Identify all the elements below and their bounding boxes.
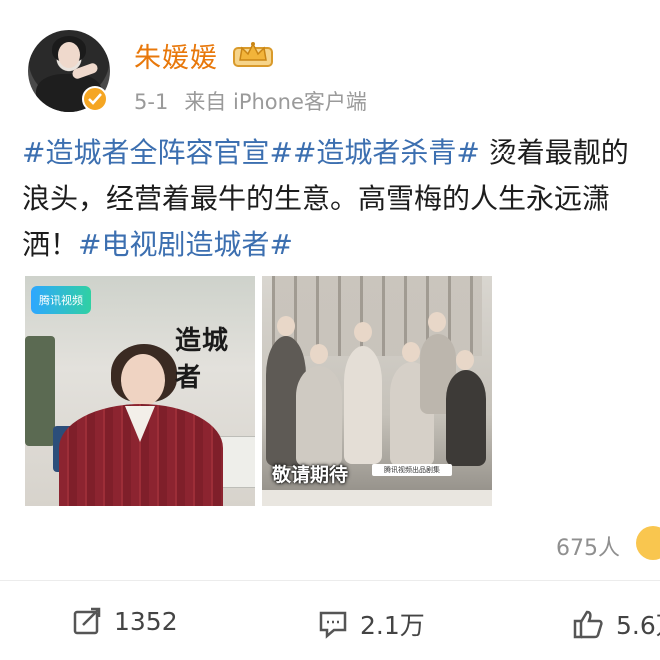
thumbs-up-icon [573, 610, 603, 639]
emoji-icon[interactable] [636, 526, 660, 560]
repost-count: 1352 [114, 606, 178, 636]
post-line-1: #造城者全阵容官宣##造城者杀青# 烫着最靓的 [22, 130, 660, 176]
post-image-2[interactable]: 敬请期待 腾讯视频出品剧集 [262, 276, 492, 506]
post-image-1[interactable]: 腾讯视频 造城者 [25, 276, 255, 506]
cast-member-6 [446, 370, 486, 466]
post-line-3: 洒！#电视剧造城者# [22, 222, 660, 268]
hashtag-wrap[interactable]: #造城者杀青# [293, 136, 480, 169]
comment-button[interactable]: 2.1万 [318, 606, 425, 642]
action-divider [0, 580, 660, 581]
hashtag-lineup[interactable]: #造城者全阵容官宣# [22, 136, 293, 169]
coming-soon-banner: 腾讯视频出品剧集 [372, 464, 452, 476]
post-text: #造城者全阵容官宣##造城者杀青# 烫着最靓的 浪头，经营着最牛的生意。高雪梅的… [22, 130, 660, 268]
comment-count: 2.1万 [360, 611, 425, 640]
show-title: 造城者 [175, 326, 230, 393]
avatar-face [58, 42, 80, 68]
share-icon [73, 607, 101, 635]
crown-icon[interactable] [232, 38, 274, 68]
credits-strip [262, 490, 492, 506]
cast-head-3 [354, 322, 372, 342]
hashtag-tv-series[interactable]: #电视剧造城者# [78, 228, 293, 261]
post-line-2: 浪头，经营着最牛的生意。高雪梅的人生永远潇 [22, 182, 611, 215]
cast-member-3 [344, 346, 382, 464]
plant-shape [25, 336, 55, 446]
comment-icon [319, 611, 347, 639]
tencent-video-logo: 腾讯视频 [31, 286, 91, 314]
like-button[interactable]: 5.6万 [572, 606, 660, 642]
repost-button[interactable]: 1352 [72, 606, 178, 636]
post-source[interactable]: 来自 iPhone客户端 [184, 90, 367, 114]
cast-head-6 [456, 350, 474, 370]
post-date: 5-1 [134, 90, 169, 114]
cast-head-4 [402, 342, 420, 362]
figure-face [121, 354, 165, 406]
reaction-count[interactable]: 675人 [556, 530, 620, 562]
post-meta: 5-1 来自 iPhone客户端 [134, 86, 383, 116]
cast-member-2 [296, 366, 342, 466]
coming-soon-title: 敬请期待 [272, 464, 349, 486]
post-line-1-text: 烫着最靓的 [479, 136, 629, 169]
username[interactable]: 朱媛媛 [134, 36, 218, 75]
cast-head-2 [310, 344, 328, 364]
post-line-3-text: 洒！ [22, 228, 79, 261]
cast-head-1 [277, 316, 295, 336]
cast-head-5 [428, 312, 446, 332]
like-count: 5.6万 [616, 611, 660, 640]
verified-badge-icon [82, 86, 108, 112]
